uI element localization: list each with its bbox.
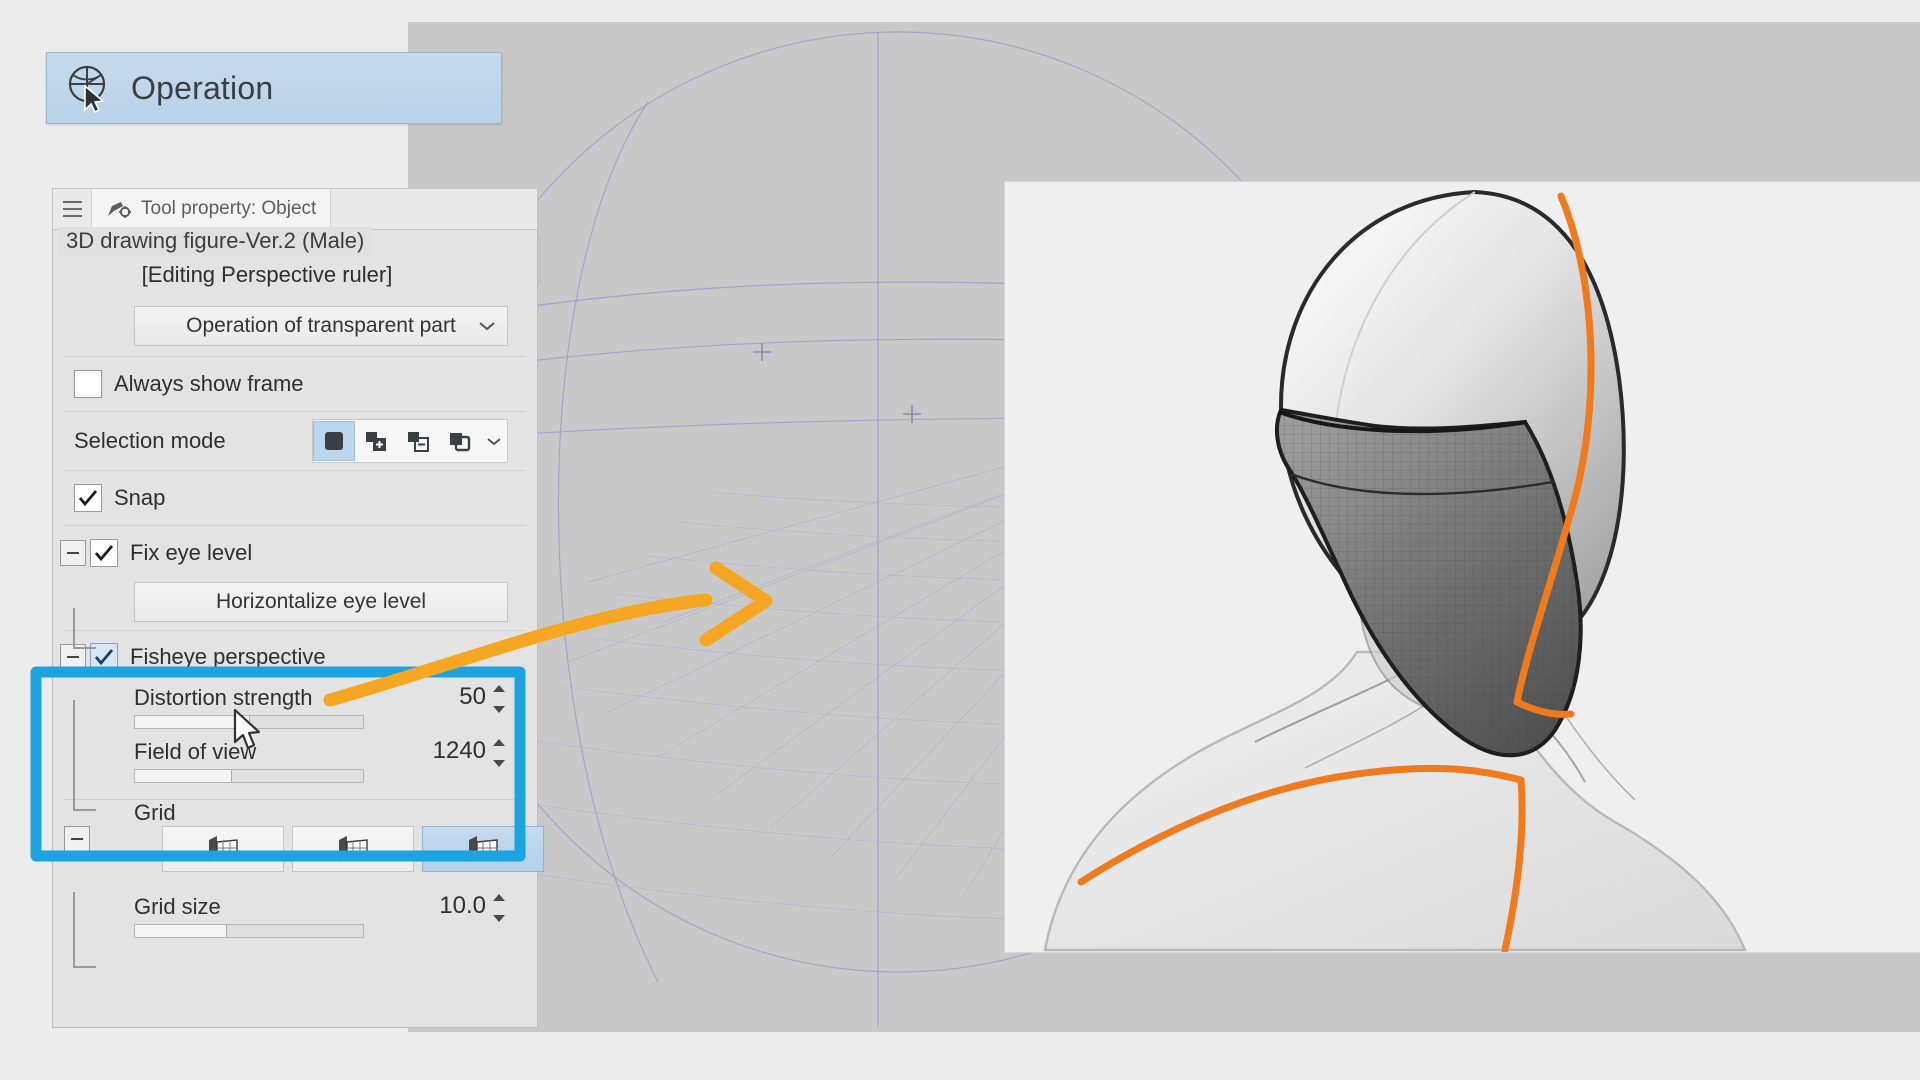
fisheye-collapse-minus-box-icon[interactable] bbox=[60, 644, 86, 670]
transparent-part-label: Operation of transparent part bbox=[186, 314, 456, 337]
object-name-row: 3D drawing figure-Ver.2 (Male) bbox=[52, 222, 538, 262]
field-of-view-value[interactable]: 1240 bbox=[433, 737, 486, 765]
workspace-area bbox=[408, 22, 1920, 1032]
property-rows: Operation of transparent part Always sho… bbox=[52, 296, 544, 946]
grid-size-value[interactable]: 10.0 bbox=[439, 892, 486, 920]
selection-mode-subtract[interactable] bbox=[397, 421, 439, 461]
row-horizontalize: Horizontalize eye level bbox=[52, 582, 538, 622]
slider-fill bbox=[135, 770, 232, 782]
selection-mode-intersect[interactable] bbox=[439, 421, 481, 461]
object-name: 3D drawing figure-Ver.2 (Male) bbox=[58, 227, 373, 257]
operation-tool-header[interactable]: Operation bbox=[46, 52, 502, 124]
figure-3d-model[interactable] bbox=[1005, 182, 1920, 952]
row-grid: Grid bbox=[52, 800, 544, 892]
fix-eye-level-collapse-minus-box-icon[interactable] bbox=[60, 540, 86, 566]
row-grid-size: Grid size 10.0 bbox=[52, 892, 538, 946]
grid-type-wall-icon[interactable] bbox=[292, 826, 414, 872]
always-show-frame-checkbox[interactable] bbox=[74, 370, 102, 398]
distortion-strength-stepper[interactable] bbox=[490, 685, 508, 713]
tab-label: Tool property: Object bbox=[141, 198, 317, 219]
selection-mode-dropdown-chevron-down-icon[interactable] bbox=[481, 421, 507, 461]
row-snap[interactable]: Snap bbox=[52, 471, 538, 525]
field-of-view-stepper[interactable] bbox=[490, 739, 508, 767]
operation-label: Operation bbox=[131, 69, 274, 106]
snap-checkbox[interactable] bbox=[74, 484, 102, 512]
fix-eye-level-checkbox[interactable] bbox=[90, 539, 118, 567]
fisheye-perspective-checkbox[interactable] bbox=[90, 643, 118, 671]
fisheye-perspective-label: Fisheye perspective bbox=[130, 644, 326, 669]
grid-type-both-icon[interactable] bbox=[422, 826, 544, 872]
row-distortion-strength: Distortion strength 50 bbox=[52, 683, 538, 737]
field-of-view-slider[interactable] bbox=[134, 769, 364, 783]
row-field-of-view: Field of view 1240 bbox=[52, 737, 538, 791]
selection-mode-add[interactable] bbox=[355, 421, 397, 461]
3d-object-operation-icon bbox=[65, 62, 117, 114]
tool-property-icon bbox=[108, 202, 131, 218]
selection-mode-label: Selection mode bbox=[74, 428, 226, 453]
grid-size-stepper[interactable] bbox=[490, 894, 508, 922]
row-fix-eye-level[interactable]: Fix eye level bbox=[52, 526, 538, 580]
grid-size-label: Grid size bbox=[134, 894, 221, 919]
operation-of-transparent-part-button[interactable]: Operation of transparent part bbox=[134, 306, 508, 346]
editing-state-label: [Editing Perspective ruler] bbox=[141, 262, 393, 287]
snap-label: Snap bbox=[114, 485, 166, 510]
selection-mode-new[interactable] bbox=[313, 421, 355, 461]
grid-type-buttons bbox=[162, 826, 544, 872]
horizontalize-label: Horizontalize eye level bbox=[215, 590, 427, 613]
row-transparent-part: Operation of transparent part bbox=[52, 306, 538, 346]
grid-collapse-minus-box-icon[interactable] bbox=[64, 826, 90, 852]
fix-eye-level-label: Fix eye level bbox=[130, 540, 253, 565]
app-root: Operation Tool property: Object 3D drawi… bbox=[0, 0, 1920, 1080]
distortion-strength-value[interactable]: 50 bbox=[459, 683, 486, 711]
slider-fill bbox=[135, 925, 228, 937]
grid-label: Grid bbox=[134, 800, 176, 825]
grid-type-floor-icon[interactable] bbox=[162, 826, 284, 872]
mouse-cursor bbox=[233, 708, 261, 750]
row-always-show-frame[interactable]: Always show frame bbox=[52, 357, 538, 411]
chevron-down-icon bbox=[479, 322, 495, 331]
always-show-frame-label: Always show frame bbox=[114, 371, 304, 396]
canvas-page[interactable] bbox=[1005, 182, 1920, 952]
row-fisheye-perspective[interactable]: Fisheye perspective bbox=[52, 631, 538, 683]
distortion-strength-label: Distortion strength bbox=[134, 685, 313, 710]
selection-mode-group bbox=[312, 419, 508, 463]
horizontalize-eye-level-button[interactable]: Horizontalize eye level bbox=[134, 582, 508, 622]
grid-size-slider[interactable] bbox=[134, 924, 364, 938]
row-selection-mode: Selection mode bbox=[52, 412, 538, 470]
